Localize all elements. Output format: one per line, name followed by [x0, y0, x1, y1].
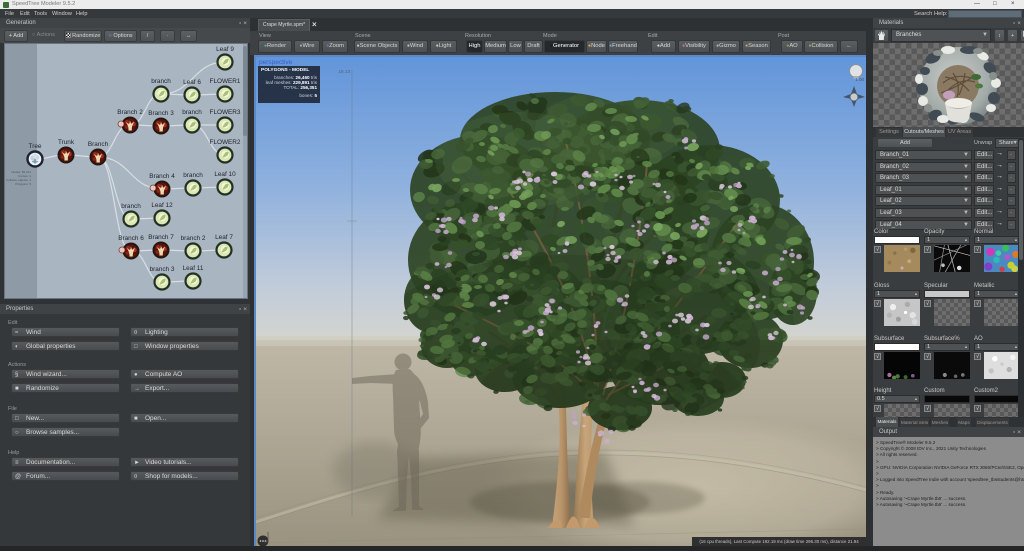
svg-text:branch 3: branch 3 — [150, 266, 175, 273]
svg-text:branch: branch — [151, 78, 171, 85]
svg-text:Leaf 9: Leaf 9 — [216, 46, 234, 53]
svg-text:Leaf 11: Leaf 11 — [183, 265, 204, 272]
svg-text:Tree: Tree — [29, 143, 42, 150]
svg-text:Leaf 6: Leaf 6 — [183, 79, 201, 86]
svg-text:branch: branch — [121, 203, 141, 210]
svg-text:branch 2: branch 2 — [181, 235, 206, 242]
svg-text:branch: branch — [183, 172, 203, 179]
svg-text:Polygons: 5: Polygons: 5 — [15, 182, 31, 186]
svg-text:Branch 2: Branch 2 — [117, 109, 143, 116]
svg-text:FLOWER2: FLOWER2 — [210, 139, 241, 146]
svg-text:16.13: 16.13 — [339, 69, 351, 74]
svg-text:Branch: Branch — [88, 141, 109, 148]
svg-text:FLOWER3: FLOWER3 — [210, 109, 241, 116]
svg-text:Trunk: Trunk — [58, 139, 75, 146]
svg-text:1.00: 1.00 — [855, 77, 864, 82]
svg-text:branch: branch — [182, 109, 202, 116]
svg-text:Branch 7: Branch 7 — [148, 234, 174, 241]
svg-text:Branch 3: Branch 3 — [148, 110, 174, 117]
svg-text:Leaf 10: Leaf 10 — [214, 171, 236, 178]
svg-text:Branch 4: Branch 4 — [149, 173, 175, 180]
svg-text:Branch 6: Branch 6 — [118, 235, 144, 242]
svg-text:Leaf 7: Leaf 7 — [215, 234, 233, 241]
svg-text:Leaf 12: Leaf 12 — [151, 202, 173, 209]
svg-text:FLOWER1: FLOWER1 — [210, 78, 241, 85]
